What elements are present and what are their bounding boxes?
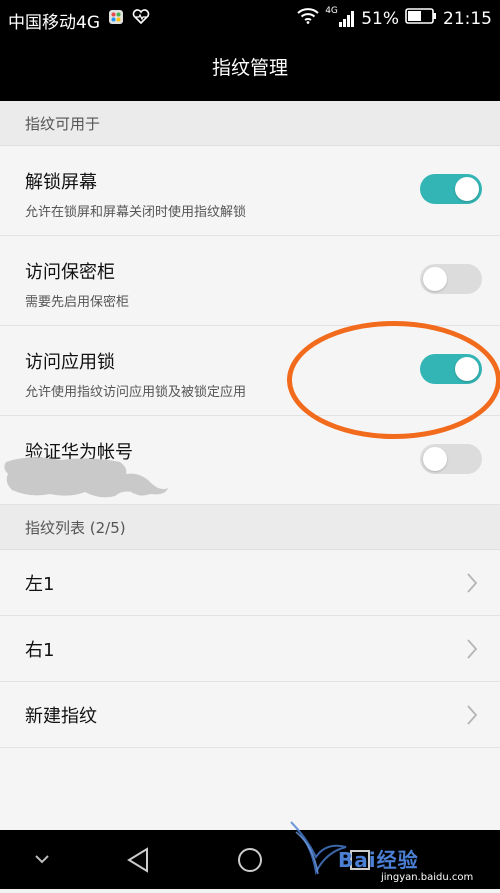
setting-row-safe-access[interactable]: 访问保密柜 需要先启用保密柜 bbox=[0, 236, 500, 326]
setting-title: 验证华为帐号 bbox=[25, 442, 133, 463]
carrier-label: 中国移动4G bbox=[8, 13, 100, 33]
setting-row-huawei-account[interactable]: 验证华为帐号 bbox=[0, 416, 500, 505]
setting-title: 解锁屏幕 bbox=[25, 172, 97, 193]
setting-row-app-lock[interactable]: 访问应用锁 允许使用指纹访问应用锁及被锁定应用 bbox=[0, 326, 500, 416]
section-header-label: 指纹列表 (2/5) bbox=[25, 519, 126, 537]
setting-title: 访问保密柜 bbox=[25, 262, 115, 283]
toggle-knob bbox=[423, 447, 447, 471]
fingerprint-item-new[interactable]: 新建指纹 bbox=[0, 682, 500, 748]
page-title: 指纹管理 bbox=[211, 57, 288, 79]
status-right-group: 4G 51% 21:15 bbox=[297, 6, 492, 29]
section-header-usage: 指纹可用于 bbox=[0, 101, 500, 146]
chevron-down-icon bbox=[35, 855, 49, 864]
setting-subtitle: 需要先启用保密柜 bbox=[25, 295, 130, 310]
home-circle-icon bbox=[238, 848, 262, 872]
fingerprint-label: 右1 bbox=[25, 640, 55, 661]
section-header-label: 指纹可用于 bbox=[25, 115, 101, 133]
toggle-knob bbox=[423, 267, 447, 291]
chevron-right-icon bbox=[467, 639, 478, 659]
safe-access-toggle[interactable] bbox=[420, 264, 482, 294]
setting-subtitle: 允许使用指纹访问应用锁及被锁定应用 bbox=[25, 385, 247, 400]
setting-subtitle: 允许在锁屏和屏幕关闭时使用指纹解锁 bbox=[25, 205, 247, 220]
battery-icon bbox=[405, 8, 437, 29]
navigation-bar bbox=[0, 830, 500, 889]
fingerprint-label: 左1 bbox=[25, 574, 55, 595]
recent-apps-button[interactable] bbox=[330, 830, 390, 889]
chevron-right-icon bbox=[467, 705, 478, 725]
setting-row-unlock-screen[interactable]: 解锁屏幕 允许在锁屏和屏幕关闭时使用指纹解锁 bbox=[0, 146, 500, 236]
setting-title: 访问应用锁 bbox=[25, 352, 115, 373]
collapse-button[interactable] bbox=[12, 830, 72, 889]
app-lock-toggle[interactable] bbox=[420, 354, 482, 384]
back-triangle-icon bbox=[127, 847, 148, 873]
fingerprint-label: 新建指纹 bbox=[25, 706, 97, 727]
section-header-fingerprints: 指纹列表 (2/5) bbox=[0, 505, 500, 550]
status-bar: 中国移动4G 4G 51% 21:15 bbox=[0, 0, 500, 36]
back-button[interactable] bbox=[108, 830, 168, 889]
toggle-knob bbox=[455, 177, 479, 201]
toggle-knob bbox=[455, 357, 479, 381]
chevron-right-icon bbox=[467, 573, 478, 593]
clock: 21:15 bbox=[443, 8, 492, 29]
recent-square-icon bbox=[350, 850, 370, 870]
fingerprint-item-left1[interactable]: 左1 bbox=[0, 550, 500, 616]
app-notification-icon bbox=[108, 9, 124, 30]
wifi-icon bbox=[297, 8, 319, 29]
settings-list: 指纹可用于 解锁屏幕 允许在锁屏和屏幕关闭时使用指纹解锁 访问保密柜 需要先启用… bbox=[0, 101, 500, 830]
home-button[interactable] bbox=[220, 830, 280, 889]
signal-icon: 4G bbox=[325, 6, 355, 28]
app-header: 指纹管理 bbox=[0, 36, 500, 101]
health-heart-icon bbox=[132, 9, 150, 30]
fingerprint-item-right1[interactable]: 右1 bbox=[0, 616, 500, 682]
battery-percent: 51% bbox=[361, 8, 399, 29]
huawei-account-toggle[interactable] bbox=[420, 444, 482, 474]
unlock-screen-toggle[interactable] bbox=[420, 174, 482, 204]
